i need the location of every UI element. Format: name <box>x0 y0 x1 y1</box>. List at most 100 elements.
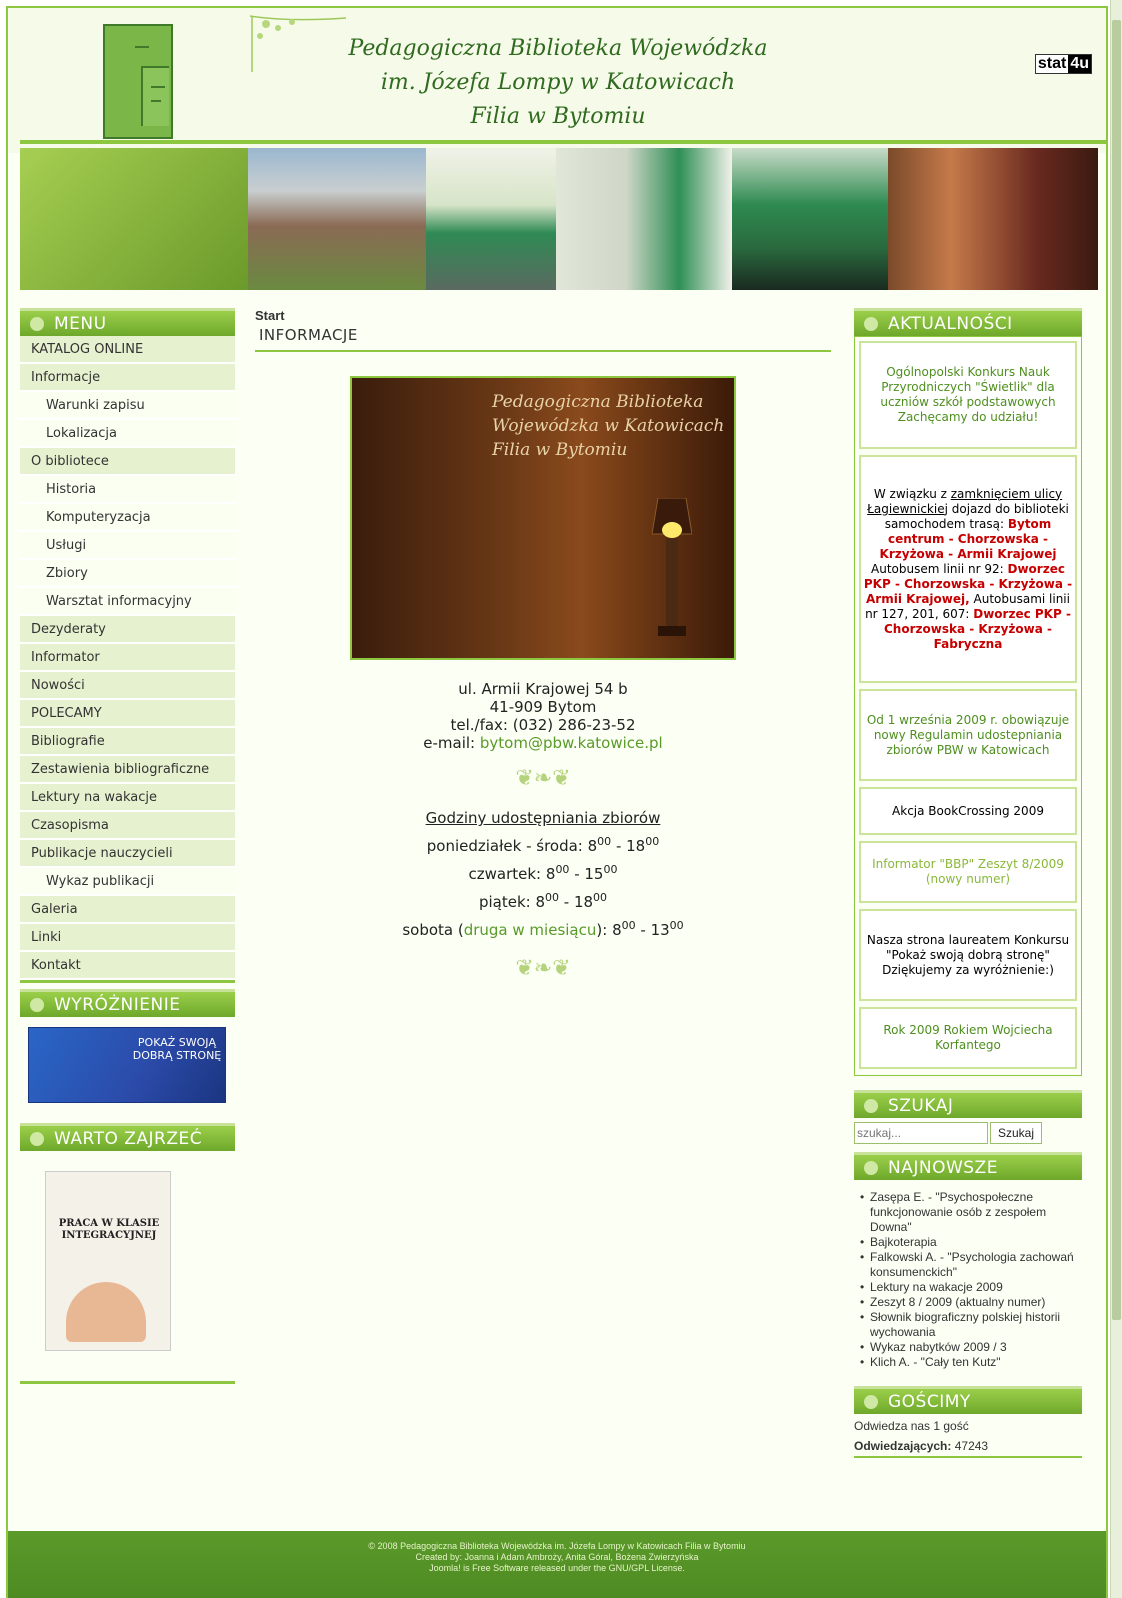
hours-minutes: 00 <box>603 863 618 876</box>
bullet-icon <box>864 316 878 331</box>
hours-from: 8 <box>535 893 545 911</box>
menu-item[interactable]: KATALOG ONLINE <box>20 336 235 364</box>
hours-day: sobota ( <box>402 921 464 939</box>
menu-heading-label: MENU <box>54 313 107 334</box>
scrollbar-thumb[interactable] <box>1112 20 1121 1320</box>
menu-item[interactable]: Kontakt <box>20 952 235 980</box>
latest-item[interactable]: Bajkoterapia <box>858 1235 1074 1250</box>
menu-item[interactable]: Dezyderaty <box>20 616 235 644</box>
logo-inner-shape <box>141 66 169 126</box>
library-logo[interactable] <box>103 24 173 139</box>
menu-item[interactable]: Komputeryzacja <box>20 504 235 532</box>
footer-credits: Created by: Joanna i Adam Ambroży, Anita… <box>415 1552 699 1562</box>
menu-item[interactable]: Zbiory <box>20 560 235 588</box>
news-item[interactable]: W związku z zamknięciem ulicy Łagiewnick… <box>859 455 1077 683</box>
bullet-icon <box>864 1394 878 1409</box>
site-title-line: im. Józefa Lompy w Katowicach <box>380 70 736 95</box>
right-sidebar: AKTUALNOŚCI Ogólnopolski Konkurs Nauk Pr… <box>854 308 1082 1458</box>
search-input[interactable] <box>854 1122 988 1144</box>
guests-heading: GOŚCIMY <box>854 1386 1082 1414</box>
menu-bottom-rule <box>20 980 235 983</box>
latest-item[interactable]: Lektury na wakacje 2009 <box>858 1280 1074 1295</box>
news-item[interactable]: Od 1 września 2009 r. obowiązuje nowy Re… <box>859 689 1077 781</box>
latest-heading: NAJNOWSZE <box>854 1152 1082 1180</box>
bullet-icon <box>30 1131 44 1146</box>
email-link[interactable]: bytom@pbw.katowice.pl <box>480 734 663 752</box>
hours-to: 18 <box>626 837 646 855</box>
menu-item[interactable]: Bibliografie <box>20 728 235 756</box>
news-item[interactable]: Ogólnopolski Konkurs Nauk Przyrodniczych… <box>859 341 1077 449</box>
footer-license: Joomla! is Free Software released under … <box>429 1563 685 1573</box>
hours-row: sobota (druga w miesiącu): 800 - 1300 <box>255 914 831 942</box>
breadcrumb[interactable]: Start <box>255 308 831 326</box>
hours-dash: - <box>569 865 585 883</box>
news-item[interactable]: Informator "BBP" Zeszyt 8/2009 (nowy num… <box>859 841 1077 903</box>
menu-item[interactable]: Nowości <box>20 672 235 700</box>
latest-item[interactable]: Klich A. - "Cały ten Kutz" <box>858 1355 1074 1370</box>
hours-day: poniedziałek - środa: <box>426 837 588 855</box>
latest-item[interactable]: Zasępa E. - "Psychospołeczne funkcjonowa… <box>858 1190 1074 1235</box>
logo-line <box>151 100 161 102</box>
menu-item[interactable]: Galeria <box>20 896 235 924</box>
menu-item[interactable]: Informator <box>20 644 235 672</box>
computer-room-photo <box>426 148 556 290</box>
vertical-scrollbar[interactable] <box>1110 0 1122 1598</box>
opening-hours: Godziny udostępniania zbiorów poniedział… <box>255 807 831 942</box>
menu-item[interactable]: Lektury na wakacje <box>20 784 235 812</box>
hours-from: 8 <box>612 921 622 939</box>
hours-minutes: 00 <box>621 919 636 932</box>
menu-item[interactable]: Warunki zapisu <box>20 392 235 420</box>
ornament-divider-icon: ❦❧❦ <box>515 956 571 981</box>
book-cover-image[interactable]: PRACA W KLASIE INTEGRACYJNEJ <box>45 1171 171 1351</box>
leaf-decoration-image <box>20 148 248 290</box>
stat4u-counter-badge[interactable]: stat 4u <box>1034 54 1092 74</box>
menu-item[interactable]: POLECAMY <box>20 700 235 728</box>
search-form: Szukaj <box>854 1122 1082 1144</box>
menu-item[interactable]: Wykaz publikacji <box>20 868 235 896</box>
menu-item[interactable]: Publikacje nauczycieli <box>20 840 235 868</box>
menu-item[interactable]: Lokalizacja <box>20 420 235 448</box>
hours-row: poniedziałek - środa: 800 - 1800 <box>255 830 831 858</box>
page-frame: Pedagogiczna Biblioteka Wojewódzka im. J… <box>6 6 1108 1598</box>
visitors-label: Odwiedzających: <box>854 1439 952 1453</box>
menu-item[interactable]: Czasopisma <box>20 812 235 840</box>
distinction-badge-image[interactable]: POKAŻ SWOJĄ DOBRĄ STRONĘ <box>28 1027 226 1103</box>
header-banner <box>20 148 1098 290</box>
building-photo <box>248 148 426 290</box>
menu-item[interactable]: Historia <box>20 476 235 504</box>
news-item[interactable]: Nasza strona laureatem Konkursu "Pokaż s… <box>859 909 1077 1001</box>
menu-item[interactable]: Zestawienia bibliograficzne <box>20 756 235 784</box>
news-item[interactable]: Akcja BookCrossing 2009 <box>859 787 1077 835</box>
hours-minutes: 00 <box>545 891 559 904</box>
latest-item[interactable]: Wykaz nabytków 2009 / 3 <box>858 1340 1074 1355</box>
menu-item[interactable]: O bibliotece <box>20 448 235 476</box>
logo-line <box>135 46 149 48</box>
left-bottom-rule <box>20 1381 235 1384</box>
search-button[interactable]: Szukaj <box>990 1122 1042 1144</box>
lamp-icon <box>652 498 692 636</box>
news-item[interactable]: Rok 2009 Rokiem Wojciecha Korfantego <box>859 1007 1077 1069</box>
distinction-heading: WYRÓŻNIENIE <box>20 989 235 1017</box>
news-list: Ogólnopolski Konkurs Nauk Przyrodniczych… <box>854 336 1082 1076</box>
latest-item[interactable]: Słownik biograficzny polskiej historii w… <box>858 1310 1074 1340</box>
menu-item[interactable]: Informacje <box>20 364 235 392</box>
distinction-badge-text: POKAŻ SWOJĄ DOBRĄ STRONĘ <box>132 1036 222 1062</box>
book-cover-illustration <box>66 1282 146 1342</box>
guests-module: Odwiedza nas 1 gość Odwiedzających: 4724… <box>854 1414 1082 1458</box>
latest-item[interactable]: Falkowski A. - "Psychologia zachowań kon… <box>858 1250 1074 1280</box>
menu-item[interactable]: Warsztat informacyjny <box>20 588 235 616</box>
menu-item[interactable]: Usługi <box>20 532 235 560</box>
saturday-link[interactable]: druga w miesiącu <box>464 921 597 939</box>
hours-minutes: 00 <box>645 835 660 848</box>
hours-minutes: 00 <box>555 863 570 876</box>
hours-dash: - <box>559 893 574 911</box>
hours-minutes: 00 <box>669 919 684 932</box>
site-title-line: Pedagogiczna Biblioteka Wojewódzka <box>348 36 768 61</box>
site-header: Pedagogiczna Biblioteka Wojewódzka im. J… <box>8 8 1106 153</box>
latest-item[interactable]: Zeszyt 8 / 2009 (aktualny numer) <box>858 1295 1074 1310</box>
main-content: Start INFORMACJE Pedagogiczna Biblioteka… <box>255 308 831 997</box>
address-line: ul. Armii Krajowej 54 b <box>458 680 628 698</box>
ornament-divider-icon: ❦❧❦ <box>515 766 571 791</box>
menu-item[interactable]: Linki <box>20 924 235 952</box>
hours-minutes: 00 <box>593 891 608 904</box>
